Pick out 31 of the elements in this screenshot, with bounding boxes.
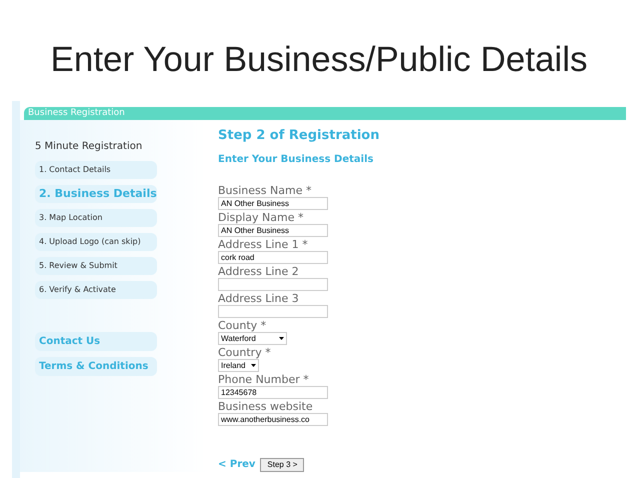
field-label: Address Line 1 * [218,238,308,251]
field-label: Business website [218,400,313,413]
form-title: Step 2 of Registration [218,128,380,144]
field-label: Display Name * [218,211,304,224]
field-label: Address Line 2 [218,265,299,278]
input-field[interactable]: www.anotherbusiness.co [218,413,328,426]
field-label: County * [218,319,266,332]
step-item[interactable]: 1. Contact Details [35,161,157,179]
next-button[interactable]: Step 3 > [260,458,304,472]
caret-icon [279,337,284,340]
sidebar-heading: 5 Minute Registration [35,141,144,153]
dropdown[interactable]: Waterford [218,332,287,345]
input-field[interactable]: 12345678 [218,386,328,399]
caret-icon [251,364,256,367]
slide-title: Enter Your Business/Public Details [50,39,588,81]
dropdown[interactable]: Ireland [218,359,260,372]
input-field[interactable]: AN Other Business [218,224,328,237]
field-label: Phone Number * [218,373,309,386]
input-field[interactable] [218,278,328,291]
step-item[interactable]: 5. Review & Submit [35,257,157,275]
step-item[interactable]: 6. Verify & Activate [35,281,157,299]
form-subtitle: Enter Your Business Details [218,154,374,166]
input-field[interactable] [218,305,328,318]
panel-header: Business Registration [24,107,626,120]
input-field[interactable]: AN Other Business [218,197,328,210]
input-field[interactable]: cork road [218,251,328,264]
field-label: Country * [218,346,271,359]
step-item[interactable]: 4. Upload Logo (can skip) [35,233,157,251]
step-item[interactable]: 3. Map Location [35,209,157,227]
field-label: Address Line 3 [218,292,299,305]
field-label: Business Name * [218,184,312,197]
